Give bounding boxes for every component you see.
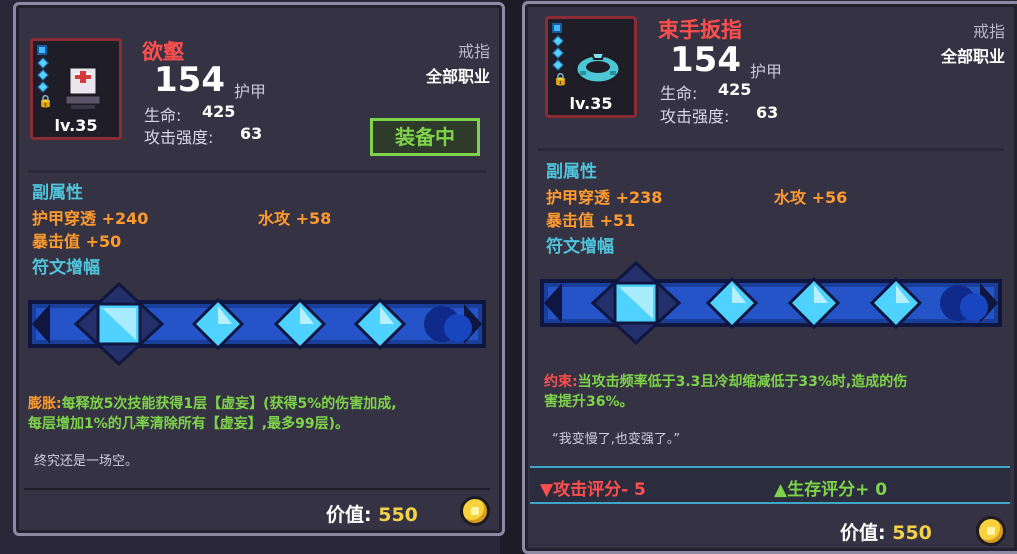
effect-text: 当攻击频率低于3.3且冷却缩减低于33%时,造成的伤 bbox=[577, 374, 908, 390]
lock-icon: 🔒 bbox=[553, 72, 568, 86]
rune-boost-bar bbox=[28, 282, 486, 366]
gem-slots: 🔒 bbox=[37, 45, 53, 108]
substat-header: 副属性 bbox=[32, 183, 83, 203]
armor-value: 154 bbox=[670, 40, 741, 80]
gem-icon bbox=[552, 47, 564, 59]
flavor-text: 终究还是一场空。 bbox=[34, 454, 139, 469]
rune-header: 符文增幅 bbox=[32, 258, 100, 278]
substat-crit: 暴击值 +50 bbox=[32, 232, 122, 251]
effect-name: 膨胀: bbox=[28, 396, 62, 412]
effect-text: 每释放5次技能获得1层【虚妄】(获得5%的伤害加成, bbox=[61, 396, 397, 412]
effect-text-2: 害提升36%。 bbox=[544, 394, 634, 410]
substat-water-atk: 水攻 +56 bbox=[774, 188, 848, 207]
gem-icon bbox=[552, 59, 564, 71]
item-class: 全部职业 bbox=[940, 47, 1005, 66]
item-class: 全部职业 bbox=[425, 67, 490, 86]
price: 价值: 550 bbox=[326, 500, 418, 527]
substat-crit: 暴击值 +51 bbox=[546, 211, 636, 230]
armor-value: 154 bbox=[154, 60, 225, 100]
attack-value: 63 bbox=[240, 124, 263, 143]
gem-icon bbox=[37, 45, 47, 55]
hp-value: 425 bbox=[718, 80, 752, 99]
hp-label: 生命: bbox=[660, 84, 698, 103]
item-icon-box-right[interactable]: 🔒 lv.35 bbox=[545, 16, 637, 118]
item-icon-box-left[interactable]: 🔒 lv.35 bbox=[30, 38, 122, 140]
item-type: 戒指 bbox=[457, 42, 490, 61]
rune-boost-bar bbox=[540, 261, 1002, 345]
rating-comparison: ▼攻击评分- 5 ▲生存评分+ 0 bbox=[530, 466, 1010, 504]
price-label: 价值: bbox=[840, 522, 886, 544]
rune-gem-icon bbox=[73, 282, 165, 366]
gem-icon bbox=[552, 35, 564, 47]
attack-value: 63 bbox=[756, 103, 779, 122]
separator bbox=[24, 488, 490, 490]
item-level: lv.35 bbox=[54, 116, 98, 135]
price-label: 价值: bbox=[326, 504, 372, 526]
rune-gem-icon bbox=[590, 261, 682, 345]
equipped-badge: 装备中 bbox=[370, 118, 480, 156]
flavor-text: “我变慢了,也变强了。” bbox=[552, 432, 681, 447]
separator bbox=[538, 148, 1004, 151]
item-level: lv.35 bbox=[569, 94, 613, 113]
substat-water-atk: 水攻 +58 bbox=[258, 209, 332, 228]
armor-label: 护甲 bbox=[234, 82, 267, 101]
effect-name: 约束: bbox=[544, 374, 578, 390]
price-amount: 550 bbox=[892, 522, 932, 544]
separator bbox=[28, 170, 486, 173]
survival-rating: ▲生存评分+ 0 bbox=[774, 480, 888, 500]
hp-value: 425 bbox=[202, 102, 236, 121]
gem-icon bbox=[37, 81, 49, 93]
armor-label: 护甲 bbox=[750, 62, 783, 81]
price: 价值: 550 bbox=[840, 518, 932, 545]
attack-label: 攻击强度: bbox=[660, 107, 730, 126]
gem-icon bbox=[37, 69, 49, 81]
helmet-icon bbox=[63, 65, 103, 109]
rune-effect: 约束:当攻击频率低于3.3且冷却缩减低于33%时,造成的伤 害提升36%。 bbox=[544, 372, 1006, 412]
substat-header: 副属性 bbox=[546, 162, 597, 182]
hp-label: 生命: bbox=[144, 106, 182, 125]
attack-label: 攻击强度: bbox=[144, 128, 214, 147]
substat-armor-pen: 护甲穿透 +240 bbox=[32, 209, 149, 228]
item-type: 戒指 bbox=[972, 22, 1005, 41]
gem-slots: 🔒 bbox=[552, 23, 568, 86]
coin-icon bbox=[976, 516, 1006, 546]
coin-icon bbox=[460, 496, 490, 526]
ring-icon bbox=[574, 52, 622, 85]
rune-effect: 膨胀:每释放5次技能获得1层【虚妄】(获得5%的伤害加成, 每层增加1%的几率清… bbox=[28, 394, 488, 434]
gem-icon bbox=[552, 23, 562, 33]
price-amount: 550 bbox=[378, 504, 418, 526]
effect-text-2: 每层增加1%的几率清除所有【虚妄】,最多99层)。 bbox=[28, 416, 349, 432]
substat-armor-pen: 护甲穿透 +238 bbox=[546, 188, 663, 207]
attack-rating: ▼攻击评分- 5 bbox=[540, 480, 646, 500]
rune-header: 符文增幅 bbox=[546, 237, 614, 257]
gem-icon bbox=[37, 57, 49, 69]
lock-icon: 🔒 bbox=[38, 94, 53, 108]
